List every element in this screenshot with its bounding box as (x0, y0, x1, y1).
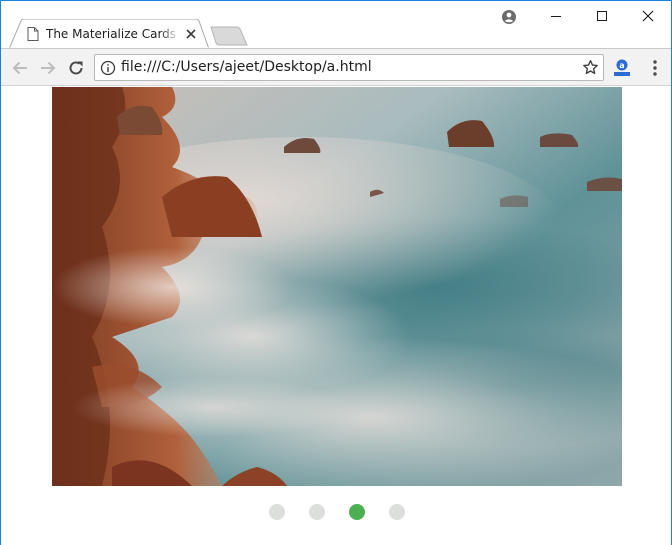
star-icon[interactable] (582, 59, 599, 76)
back-button[interactable] (9, 57, 31, 79)
minimize-button[interactable] (533, 1, 579, 31)
address-bar[interactable]: file:///C:/Users/ajeet/Desktop/a.html (94, 54, 604, 81)
carousel-dot-3-active[interactable] (349, 504, 365, 520)
arrow-right-icon (41, 61, 56, 75)
account-icon[interactable] (499, 7, 519, 27)
svg-text:a: a (619, 61, 624, 70)
url-text[interactable]: file:///C:/Users/ajeet/Desktop/a.html (121, 59, 372, 75)
new-tab-button[interactable] (209, 26, 249, 46)
reload-icon (69, 61, 83, 75)
page-content (1, 87, 671, 545)
coastal-rocks-mist-image (52, 87, 622, 486)
title-bar: The Materialize Cards Example (1, 1, 671, 49)
maximize-button[interactable] (579, 1, 625, 31)
info-icon[interactable] (100, 60, 116, 76)
tab-close-icon[interactable] (185, 28, 197, 40)
more-menu-icon[interactable] (648, 59, 662, 77)
browser-tab-active[interactable]: The Materialize Cards Example (9, 19, 209, 49)
carousel-dot-1[interactable] (269, 504, 285, 520)
tab-title: The Materialize Cards Example (46, 27, 180, 41)
carousel-dot-4[interactable] (389, 504, 405, 520)
browser-toolbar: file:///C:/Users/ajeet/Desktop/a.html a (1, 48, 671, 86)
reload-button[interactable] (65, 57, 87, 79)
browser-window: The Materialize Cards Example (0, 0, 672, 545)
extension-icon[interactable]: a (613, 58, 631, 78)
forward-button[interactable] (37, 57, 59, 79)
close-icon (642, 10, 654, 22)
carousel-slide-image[interactable] (52, 87, 622, 486)
close-button[interactable] (625, 1, 671, 31)
carousel-dot-2[interactable] (309, 504, 325, 520)
arrow-left-icon (12, 61, 27, 75)
page-icon (27, 27, 39, 41)
maximize-icon (597, 11, 607, 21)
carousel-indicators (1, 504, 671, 520)
minimize-icon (551, 16, 561, 17)
